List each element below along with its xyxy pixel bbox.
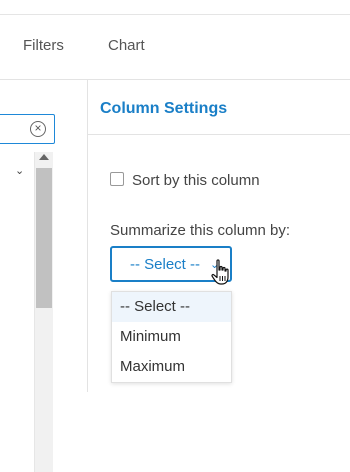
top-bar bbox=[0, 0, 350, 15]
scrollbar-thumb[interactable] bbox=[36, 168, 52, 308]
column-list-panel: × ⌄ bbox=[0, 80, 88, 472]
tab-chart[interactable]: Chart bbox=[108, 37, 145, 54]
column-settings-header: Column Settings bbox=[88, 80, 350, 135]
hand-pointer-cursor-icon bbox=[211, 259, 229, 285]
column-list[interactable] bbox=[0, 152, 35, 472]
summarize-select-value: -- Select -- bbox=[130, 256, 201, 273]
column-settings-title: Column Settings bbox=[100, 100, 228, 117]
option-maximum[interactable]: Maximum bbox=[112, 352, 231, 382]
chevron-down-icon[interactable]: ⌄ bbox=[15, 164, 24, 177]
scroll-up-icon[interactable] bbox=[39, 154, 49, 160]
option-select[interactable]: -- Select -- bbox=[112, 292, 231, 322]
tab-bar: Filters Chart bbox=[0, 15, 350, 80]
summarize-label: Summarize this column by: bbox=[110, 222, 291, 239]
tab-filters[interactable]: Filters bbox=[23, 37, 64, 54]
sort-checkbox[interactable] bbox=[110, 172, 124, 186]
summarize-options-menu: -- Select -- Minimum Maximum bbox=[111, 291, 232, 383]
column-search-input[interactable]: × bbox=[0, 114, 55, 144]
sort-label[interactable]: Sort by this column bbox=[132, 172, 260, 189]
column-list-scrollbar[interactable] bbox=[35, 152, 53, 472]
clear-search-icon[interactable]: × bbox=[30, 121, 46, 137]
option-minimum[interactable]: Minimum bbox=[112, 322, 231, 352]
